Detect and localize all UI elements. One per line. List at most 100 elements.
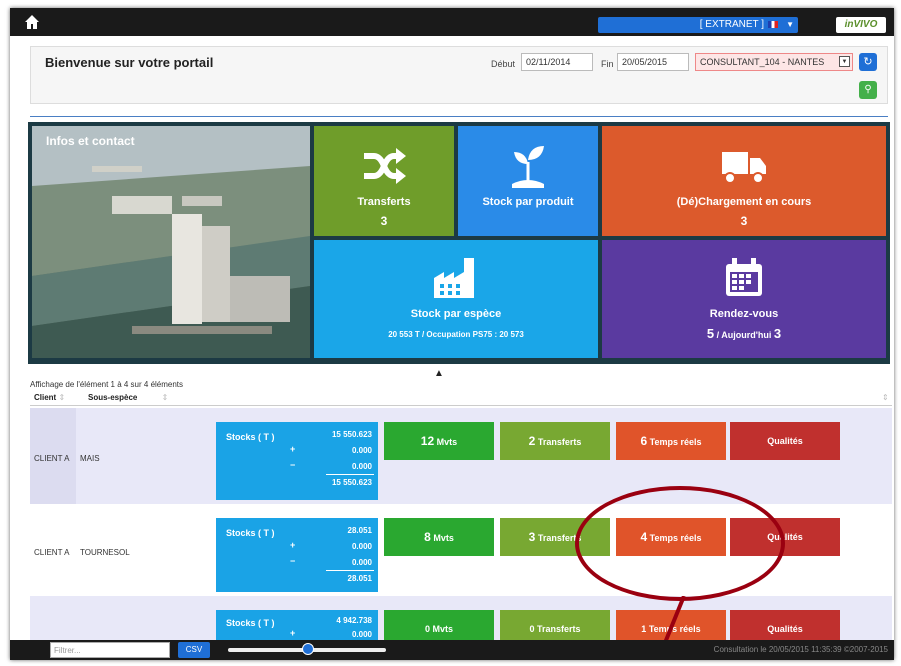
total-line — [326, 474, 374, 475]
filter-input[interactable]: Filtrer... — [50, 642, 170, 658]
minus-sign: − — [290, 556, 296, 566]
extranet-dropdown[interactable]: [ EXTRANET ] ▼ — [598, 17, 798, 33]
qualites-button[interactable]: Qualités — [730, 422, 840, 460]
page-title: Bienvenue sur votre portail — [45, 55, 214, 70]
consultation-timestamp: Consultation le 20/05/2015 11:35:39 ©200… — [713, 645, 888, 654]
transferts-label: Transferts — [537, 437, 582, 447]
footer-bar: Filtrer... CSV Consultation le 20/05/201… — [10, 640, 894, 660]
app-window: [ EXTRANET ] ▼ inVIVO Bienvenue sur votr… — [10, 8, 894, 660]
temps-reels-label: Temps réels — [649, 437, 702, 447]
mvts-label: Mvts — [436, 437, 458, 447]
table-header: Client ⇕ Sous-espèce ⇕ ⇕ — [30, 390, 892, 406]
mvts-label: Mvts — [432, 624, 454, 634]
table-row: CLIENT A MAIS Stocks ( T ) 15 550.623 + … — [30, 408, 892, 504]
transferts-label: Transferts — [537, 624, 581, 634]
chevron-up-icon[interactable]: ▲ — [434, 368, 444, 379]
chargement-count: 3 — [740, 214, 748, 228]
stock-minus: 0.000 — [351, 558, 372, 567]
chargement-tile[interactable]: (Dé)Chargement en cours 3 — [602, 126, 886, 236]
stock-value: 15 550.623 — [331, 430, 372, 439]
truck-icon — [722, 152, 766, 184]
divider — [30, 116, 888, 117]
stock-value: 28.051 — [347, 526, 372, 535]
stock-produit-tile[interactable]: Stock par produit — [458, 126, 598, 236]
mvts-button[interactable]: 12 Mvts — [384, 422, 494, 460]
shuffle-icon — [364, 148, 406, 184]
chevron-down-icon: ▼ — [839, 56, 850, 67]
temps-reels-button[interactable]: 6 Temps réels — [616, 422, 726, 460]
transferts-button[interactable]: 2 Transferts — [500, 422, 610, 460]
rendez-vous-value: 5 / Aujourd'hui 3 — [602, 326, 886, 341]
table-info: Affichage de l'élément 1 à 4 sur 4 éléme… — [30, 380, 184, 389]
consultant-select[interactable]: CONSULTANT_104 - NANTES ▼ — [695, 53, 853, 71]
start-date-input[interactable]: 02/11/2014 — [521, 53, 593, 71]
stock-card-label: Stocks ( T ) — [226, 618, 275, 628]
sort-icon: ⇕ — [161, 393, 169, 402]
transferts-tile[interactable]: Transferts 3 — [314, 126, 454, 236]
stock-espece-label: Stock par espèce — [410, 308, 502, 320]
filter-panel: Bienvenue sur votre portail Début 02/11/… — [30, 46, 888, 104]
col-species-label: Sous-espèce — [88, 393, 138, 402]
qualites-label: Qualités — [767, 436, 803, 446]
stock-card[interactable]: Stocks ( T ) 4 942.738 + 0.000 — [216, 610, 378, 640]
refresh-icon: ↻ — [863, 56, 873, 68]
mvts-button[interactable]: 0 Mvts — [384, 610, 494, 640]
stock-card-label: Stocks ( T ) — [226, 528, 275, 538]
stock-produit-label: Stock par produit — [482, 196, 574, 208]
stock-espece-value: 20 553 T / Occupation PS75 : 20 573 — [388, 330, 524, 339]
qualites-label: Qualités — [767, 624, 803, 634]
stock-card-label: Stocks ( T ) — [226, 432, 275, 442]
mvts-button[interactable]: 8 Mvts — [384, 518, 494, 556]
mvts-count: 12 — [420, 434, 435, 448]
transferts-count: 3 — [528, 530, 536, 544]
sort-icon[interactable]: ⇕ — [882, 393, 889, 402]
table-row: Stocks ( T ) 4 942.738 + 0.000 0 Mvts 0 … — [30, 596, 892, 640]
chevron-down-icon: ▼ — [786, 20, 794, 29]
calendar-icon — [726, 258, 762, 296]
stock-total: 28.051 — [347, 574, 372, 583]
stock-plus: 0.000 — [351, 630, 372, 639]
total-line — [326, 570, 374, 571]
annotation-ellipse — [575, 486, 785, 601]
slider-handle[interactable] — [302, 643, 314, 655]
stock-card[interactable]: Stocks ( T ) 28.051 + 0.000 − 0.000 28.0… — [216, 518, 378, 592]
csv-export-button[interactable]: CSV — [178, 642, 210, 658]
plus-sign: + — [290, 540, 296, 550]
info-contact-tile[interactable]: Infos et contact — [32, 126, 310, 358]
dashboard-tiles: Infos et contact Transferts 3 Stock par … — [28, 122, 890, 364]
sort-icon: ⇕ — [58, 393, 66, 402]
stock-card[interactable]: Stocks ( T ) 15 550.623 + 0.000 − 0.000 … — [216, 422, 378, 500]
silo-photo — [32, 126, 310, 358]
search-button[interactable]: ⚲ — [859, 81, 877, 99]
stock-plus: 0.000 — [351, 446, 372, 455]
mvts-count: 8 — [424, 530, 431, 544]
col-client[interactable]: Client ⇕ — [34, 393, 65, 402]
mvts-count: 0 — [424, 624, 430, 634]
row-client: CLIENT A — [34, 454, 70, 463]
refresh-button[interactable]: ↻ — [859, 53, 877, 71]
col-species[interactable]: Sous-espèce ⇕ — [88, 393, 168, 402]
consultant-value: CONSULTANT_104 - NANTES — [700, 57, 825, 67]
plus-sign: + — [290, 444, 296, 454]
brand-logo: inVIVO — [836, 17, 886, 33]
info-contact-title: Infos et contact — [46, 134, 135, 148]
plus-sign: + — [290, 628, 296, 638]
temps-reels-count: 6 — [640, 434, 648, 448]
transferts-button[interactable]: 0 Transferts — [500, 610, 610, 640]
rendez-vous-tile[interactable]: Rendez-vous 5 / Aujourd'hui 3 — [602, 240, 886, 358]
row-species: MAIS — [80, 454, 100, 463]
france-flag-icon — [768, 20, 778, 28]
chargement-label: (Dé)Chargement en cours — [676, 196, 812, 208]
factory-icon — [434, 258, 474, 298]
stock-minus: 0.000 — [351, 462, 372, 471]
rendez-vous-label: Rendez-vous — [709, 308, 779, 320]
qualites-button[interactable]: Qualités — [730, 610, 840, 640]
rdv-today-label: / Aujourd'hui — [714, 330, 774, 340]
stock-espece-tile[interactable]: Stock par espèce 20 553 T / Occupation P… — [314, 240, 598, 358]
end-date-input[interactable]: 20/05/2015 — [617, 53, 689, 71]
transferts-count: 2 — [528, 434, 536, 448]
mvts-label: Mvts — [433, 533, 454, 543]
transferts-count: 3 — [380, 214, 388, 228]
row-species: TOURNESOL — [80, 548, 130, 557]
home-icon[interactable] — [24, 14, 40, 30]
